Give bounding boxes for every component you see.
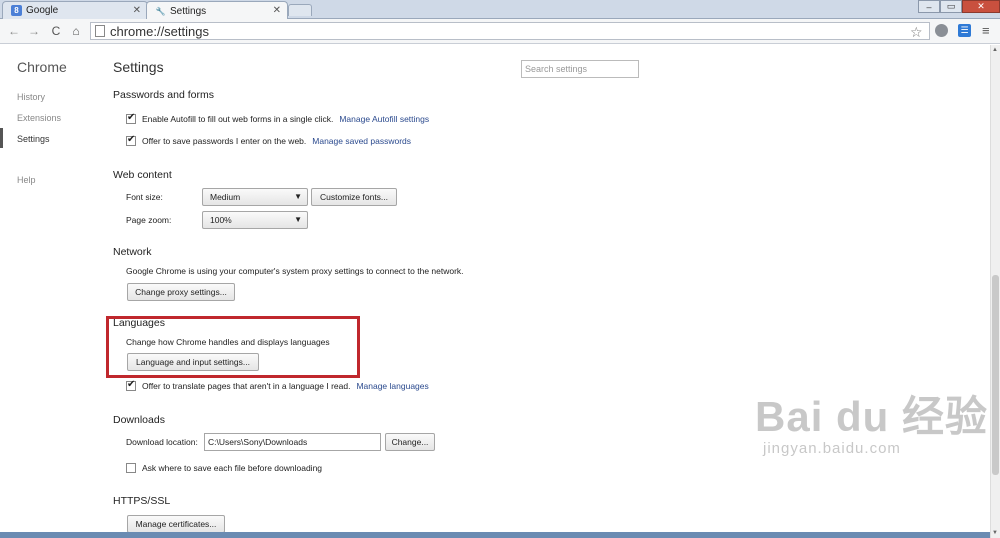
close-tab-icon[interactable]: ✕	[273, 5, 281, 16]
sidebar-item-history[interactable]: History	[17, 92, 45, 102]
manage-certificates-button[interactable]: Manage certificates...	[127, 515, 225, 533]
manage-passwords-link[interactable]: Manage saved passwords	[312, 136, 411, 146]
reload-icon[interactable]: C	[48, 23, 64, 39]
network-description: Google Chrome is using your computer's s…	[126, 266, 464, 276]
taskbar	[0, 532, 990, 538]
back-icon[interactable]: ←	[6, 23, 22, 39]
languages-heading: Languages	[113, 317, 165, 329]
manage-autofill-link[interactable]: Manage Autofill settings	[339, 114, 429, 124]
network-heading: Network	[113, 246, 152, 258]
dropdown-arrow-icon: ▼	[294, 215, 302, 224]
url-text: chrome://settings	[110, 23, 209, 39]
sidebar-brand: Chrome	[17, 59, 67, 75]
sidebar-item-settings[interactable]: Settings	[17, 134, 50, 144]
home-icon[interactable]: ⌂	[68, 23, 84, 39]
close-window-button[interactable]: ✕	[962, 0, 1000, 13]
font-size-select[interactable]: Medium ▼	[202, 188, 308, 206]
translate-checkbox[interactable]	[126, 379, 136, 391]
page-zoom-label: Page zoom:	[126, 215, 172, 225]
languages-description: Change how Chrome handles and displays l…	[126, 337, 330, 347]
autofill-label: Enable Autofill to fill out web forms in…	[142, 114, 334, 124]
dropdown-arrow-icon: ▼	[294, 192, 302, 201]
tab-label: Settings	[170, 5, 207, 17]
translate-label: Offer to translate pages that aren't in …	[142, 381, 351, 391]
settings-page: Chrome History Extensions Settings Help …	[0, 45, 990, 538]
font-size-label: Font size:	[126, 192, 163, 202]
watermark-main: Bai du 经验	[755, 393, 989, 440]
change-download-button[interactable]: Change...	[385, 433, 435, 451]
customize-fonts-button[interactable]: Customize fonts...	[311, 188, 397, 206]
scrollbar-thumb[interactable]	[992, 275, 999, 475]
page-zoom-value: 100%	[210, 215, 232, 225]
downloads-heading: Downloads	[113, 414, 165, 426]
window-controls: ‒ ▭ ✕	[918, 0, 1000, 13]
close-tab-icon[interactable]: ✕	[133, 5, 141, 16]
change-proxy-button[interactable]: Change proxy settings...	[127, 283, 235, 301]
scroll-up-icon[interactable]: ▲	[992, 47, 998, 53]
sidebar-item-extensions[interactable]: Extensions	[17, 113, 61, 123]
new-tab-button[interactable]	[288, 4, 312, 16]
minimize-button[interactable]: ‒	[918, 0, 940, 13]
wrench-icon: 🔧	[155, 6, 166, 16]
page-icon	[95, 25, 105, 37]
ask-save-checkbox[interactable]	[126, 463, 136, 473]
baidu-watermark: Bai du 经验 jingyan.baidu.com	[755, 383, 988, 457]
vertical-scrollbar[interactable]: ▲ ▼	[990, 45, 1000, 538]
page-zoom-select[interactable]: 100% ▼	[202, 211, 308, 229]
forward-icon[interactable]: →	[26, 23, 42, 39]
https-heading: HTTPS/SSL	[113, 495, 171, 507]
font-size-value: Medium	[210, 192, 241, 202]
search-input[interactable]: Search settings	[521, 60, 639, 78]
web-content-heading: Web content	[113, 169, 172, 181]
translate-row: Offer to translate pages that aren't in …	[126, 379, 429, 391]
language-input-settings-button[interactable]: Language and input settings...	[127, 353, 259, 371]
browser-toolbar: ← → C ⌂ chrome://settings ☆ ☰ ≡	[0, 19, 1000, 44]
bookmark-star-icon[interactable]: ☆	[910, 24, 923, 41]
tab-google[interactable]: 8 Google ✕	[2, 1, 148, 19]
tab-label: Google	[26, 5, 59, 16]
ask-save-label: Ask where to save each file before downl…	[142, 463, 323, 473]
google-favicon-icon: 8	[11, 5, 22, 16]
autofill-checkbox[interactable]	[126, 112, 136, 124]
save-passwords-checkbox[interactable]	[126, 134, 136, 146]
maximize-button[interactable]: ▭	[940, 0, 962, 13]
tab-settings[interactable]: 🔧 Settings ✕	[146, 1, 288, 20]
chrome-menu-icon[interactable]: ≡	[982, 23, 990, 38]
sidebar-item-help[interactable]: Help	[17, 175, 36, 185]
download-location-field[interactable]: C:\Users\Sony\Downloads	[204, 433, 381, 451]
scroll-down-icon[interactable]: ▼	[992, 530, 998, 536]
manage-languages-link[interactable]: Manage languages	[356, 381, 428, 391]
autofill-row: Enable Autofill to fill out web forms in…	[126, 112, 429, 124]
download-location-label: Download location:	[126, 437, 198, 447]
extension-globe-icon[interactable]	[935, 24, 948, 37]
passwords-heading: Passwords and forms	[113, 89, 214, 101]
address-bar[interactable]: chrome://settings	[90, 22, 930, 40]
sidebar-active-indicator	[0, 128, 3, 148]
save-passwords-row: Offer to save passwords I enter on the w…	[126, 134, 411, 146]
ask-save-row: Ask where to save each file before downl…	[126, 463, 322, 473]
save-passwords-label: Offer to save passwords I enter on the w…	[142, 136, 307, 146]
extension-icon[interactable]: ☰	[958, 24, 971, 37]
tab-strip: 8 Google ✕ 🔧 Settings ✕ ‒ ▭ ✕	[0, 0, 1000, 20]
page-title: Settings	[113, 59, 164, 75]
